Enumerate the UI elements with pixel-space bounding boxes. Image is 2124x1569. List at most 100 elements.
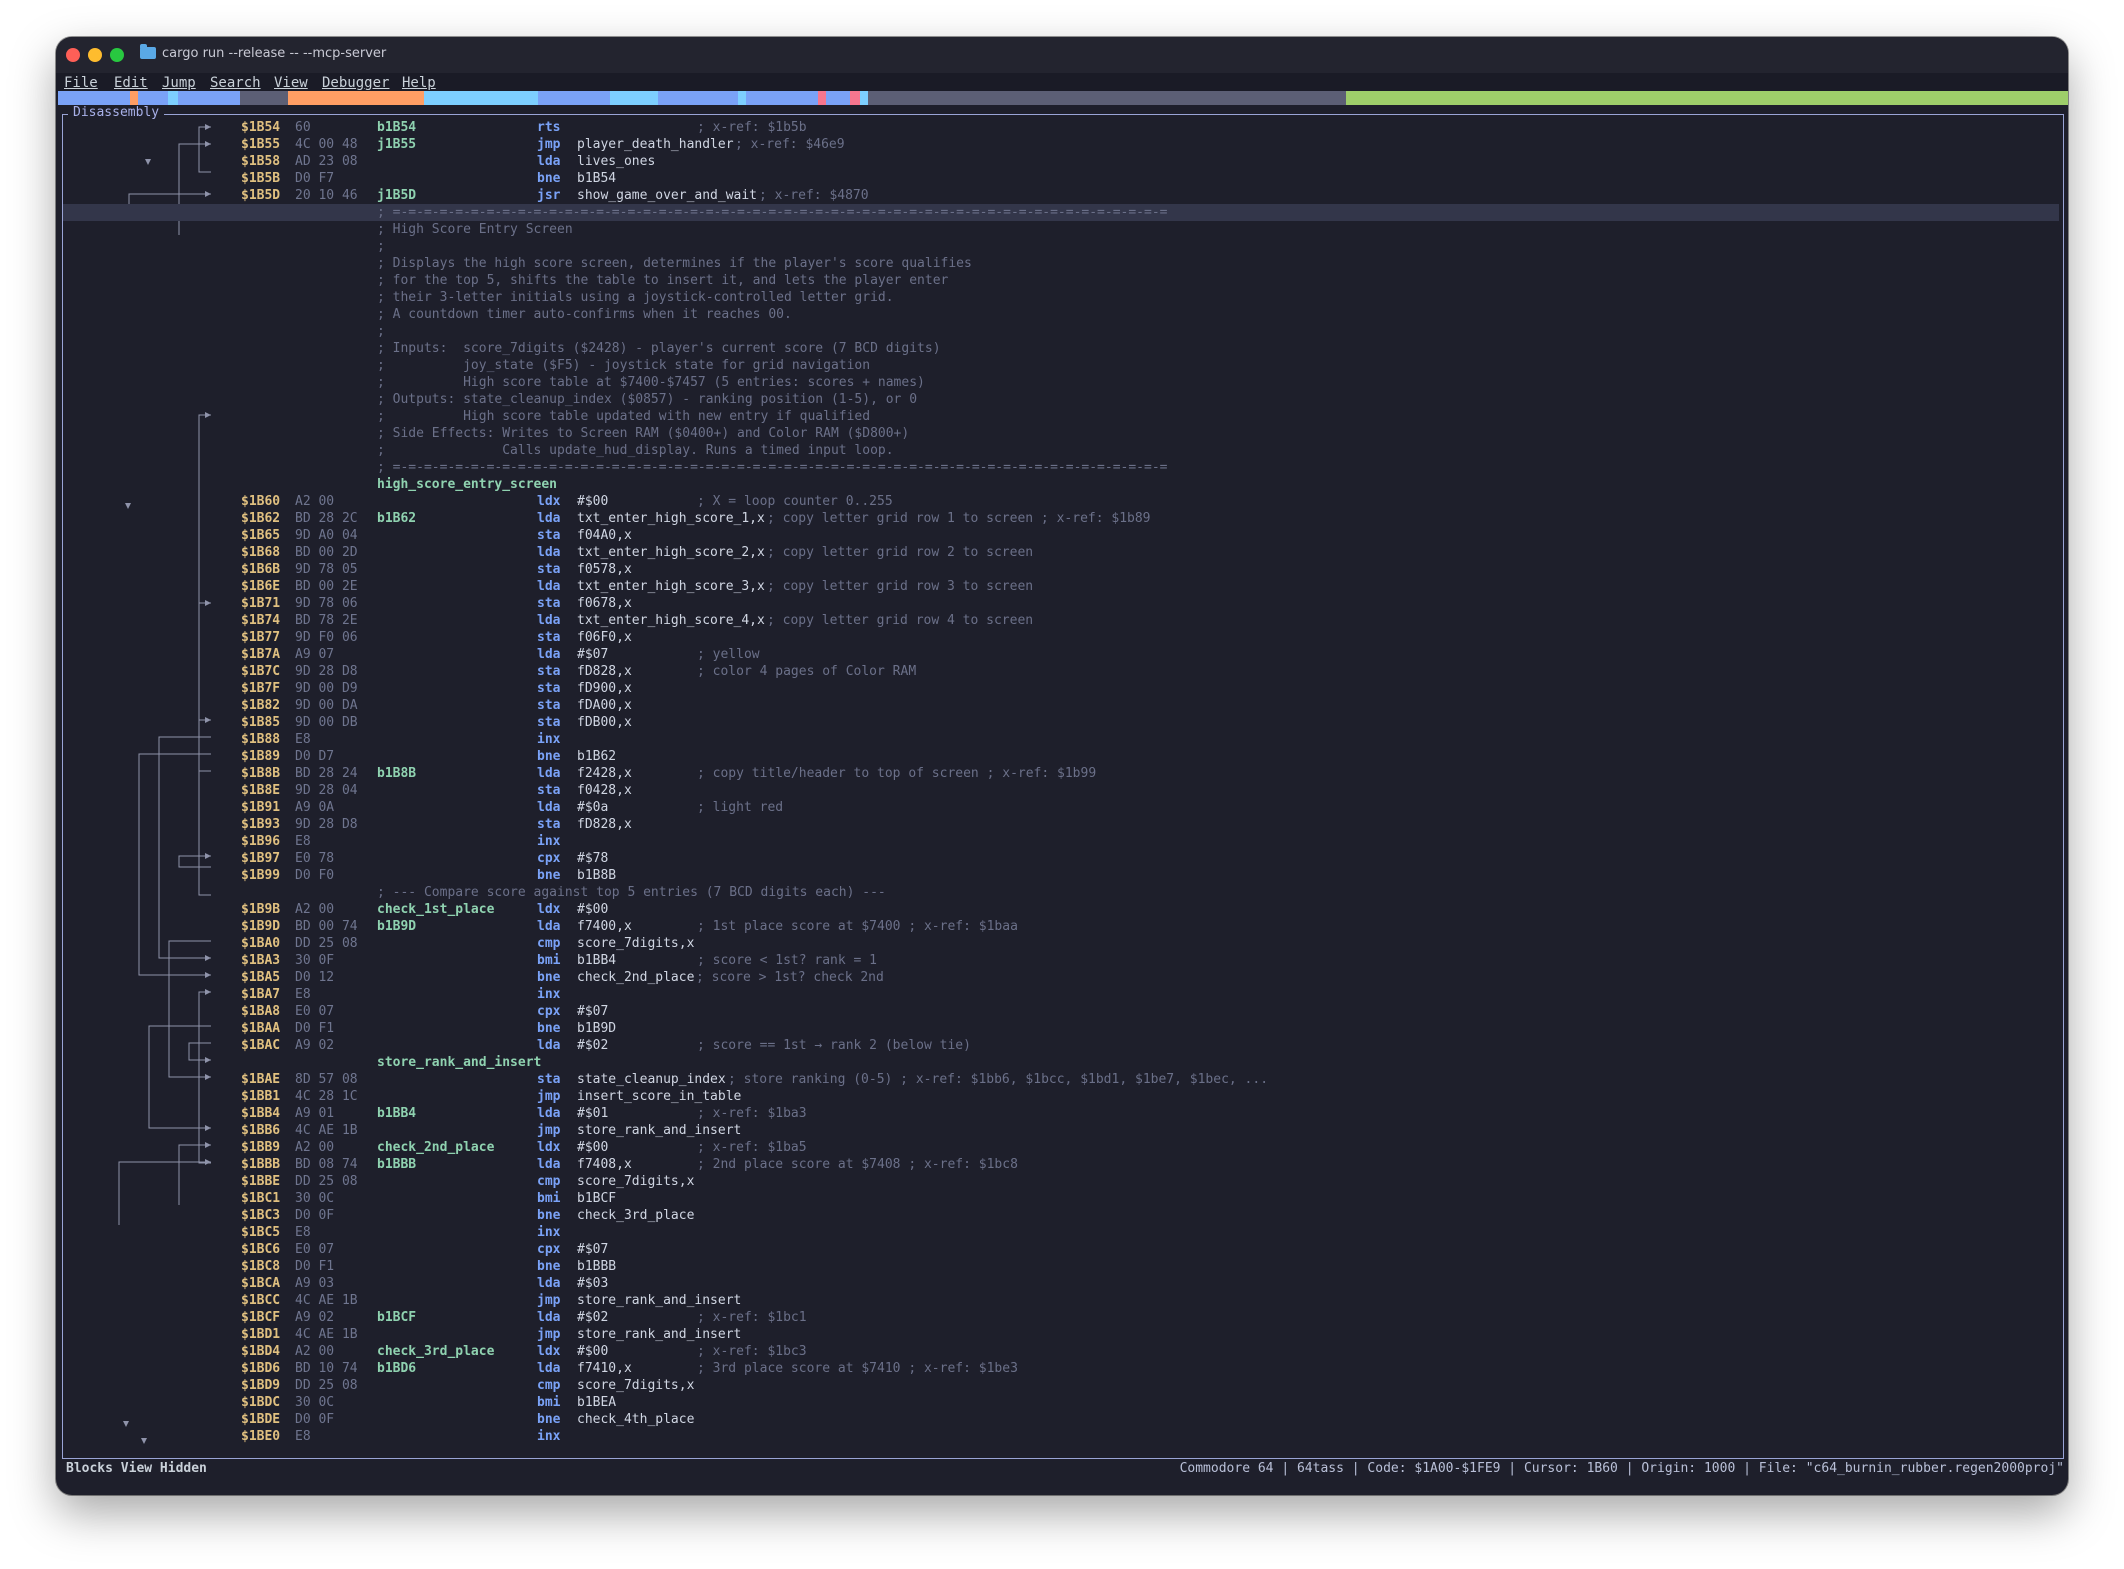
- operand: check_2nd_place: [577, 970, 695, 985]
- instruction-line[interactable]: $1BB4 A9 01 b1BB4 lda #$01 ; x-ref: $1ba3: [63, 1105, 2059, 1122]
- instruction-line[interactable]: $1B91 A9 0A lda #$0a ; light red: [63, 799, 2059, 816]
- menu-view[interactable]: View: [274, 75, 308, 91]
- instruction-line[interactable]: $1BC6 E0 07 cpx #$07: [63, 1241, 2059, 1258]
- instruction-line[interactable]: $1BB1 4C 28 1C jmp insert_score_in_table: [63, 1088, 2059, 1105]
- status-left[interactable]: Blocks View Hidden: [66, 1461, 207, 1476]
- comment-line[interactable]: ; Calls update_hud_display. Runs a timed…: [63, 442, 2059, 459]
- menu-search[interactable]: Search: [210, 75, 261, 91]
- instruction-line[interactable]: $1B68 BD 00 2D lda txt_enter_high_score_2,x…: [63, 544, 2059, 561]
- label-line[interactable]: store_rank_and_insert: [63, 1054, 2059, 1071]
- menu-edit[interactable]: Edit: [114, 75, 148, 91]
- instruction-line[interactable]: $1BC5 E8 inx: [63, 1224, 2059, 1241]
- instruction-line[interactable]: $1BA3 30 0F bmi b1BB4 ; score < 1st? rank = …: [63, 952, 2059, 969]
- comment-line[interactable]: ; Inputs: score_7digits ($2428) - player…: [63, 340, 2059, 357]
- operand: player_death_handler: [577, 137, 734, 152]
- comment-line[interactable]: ; their 3-letter initials using a joysti…: [63, 289, 2059, 306]
- instruction-line[interactable]: $1B82 9D 00 DA sta fDA00,x: [63, 697, 2059, 714]
- instruction-line[interactable]: $1BC8 D0 F1 bne b1BBB: [63, 1258, 2059, 1275]
- instruction-line[interactable]: $1B62 BD 28 2C b1B62 lda txt_enter_high_scor…: [63, 510, 2059, 527]
- bytes: BD 10 74: [295, 1361, 358, 1376]
- instruction-line[interactable]: $1BB9 A2 00 check_2nd_place ldx #$00 ; x-ref:…: [63, 1139, 2059, 1156]
- instruction-line[interactable]: $1B7C 9D 28 D8 sta fD828,x ; color 4 pages o…: [63, 663, 2059, 680]
- instruction-line[interactable]: $1B5B D0 F7 bne b1B54: [63, 170, 2059, 187]
- comment-line[interactable]: ;: [63, 238, 2059, 255]
- instruction-line[interactable]: $1BCF A9 02 b1BCF lda #$02 ; x-ref: $1bc1: [63, 1309, 2059, 1326]
- instruction-line[interactable]: $1BAA D0 F1 bne b1B9D: [63, 1020, 2059, 1037]
- instruction-line[interactable]: $1BD9 DD 25 08 cmp score_7digits,x: [63, 1377, 2059, 1394]
- instruction-line[interactable]: $1B9B A2 00 check_1st_place ldx #$00: [63, 901, 2059, 918]
- instruction-line[interactable]: $1B93 9D 28 D8 sta fD828,x: [63, 816, 2059, 833]
- instruction-line[interactable]: $1BDC 30 0C bmi b1BEA: [63, 1394, 2059, 1411]
- menu-jump[interactable]: Jump: [162, 75, 196, 91]
- menu-debugger[interactable]: Debugger: [322, 75, 389, 91]
- instruction-line[interactable]: $1BBE DD 25 08 cmp score_7digits,x: [63, 1173, 2059, 1190]
- instruction-line[interactable]: $1B8B BD 28 24 b1B8B lda f2428,x ; copy title…: [63, 765, 2059, 782]
- instruction-line[interactable]: $1BCA A9 03 lda #$03: [63, 1275, 2059, 1292]
- comment-line[interactable]: ; High Score Entry Screen: [63, 221, 2059, 238]
- close-button[interactable]: [66, 48, 80, 62]
- instruction-line[interactable]: $1B85 9D 00 DB sta fDB00,x: [63, 714, 2059, 731]
- maximize-button[interactable]: [110, 48, 124, 62]
- instruction-line[interactable]: $1BCC 4C AE 1B jmp store_rank_and_insert: [63, 1292, 2059, 1309]
- instruction-line[interactable]: $1B58 AD 23 08 lda lives_ones: [63, 153, 2059, 170]
- instruction-line[interactable]: $1B71 9D 78 06 sta f0678,x: [63, 595, 2059, 612]
- instruction-line[interactable]: $1B5D 20 10 46 j1B5D jsr show_game_over_and_…: [63, 187, 2059, 204]
- comment-line[interactable]: ; Outputs: state_cleanup_index ($0857) -…: [63, 391, 2059, 408]
- memory-map-bar[interactable]: [58, 91, 2068, 105]
- mnemonic: lda: [537, 1276, 561, 1291]
- comment-line[interactable]: ; Side Effects: Writes to Screen RAM ($0…: [63, 425, 2059, 442]
- instruction-line[interactable]: $1BBB BD 08 74 b1BBB lda f7408,x ; 2nd place …: [63, 1156, 2059, 1173]
- instruction-line[interactable]: $1B88 E8 inx: [63, 731, 2059, 748]
- instruction-line[interactable]: $1BB6 4C AE 1B jmp store_rank_and_insert: [63, 1122, 2059, 1139]
- instruction-line[interactable]: $1BAE 8D 57 08 sta state_cleanup_index; sto…: [63, 1071, 2059, 1088]
- menu-help[interactable]: Help: [402, 75, 436, 91]
- minimize-button[interactable]: [88, 48, 102, 62]
- instruction-line[interactable]: $1BA5 D0 12 bne check_2nd_place; score > 1s…: [63, 969, 2059, 986]
- instruction-line[interactable]: $1BA8 E0 07 cpx #$07: [63, 1003, 2059, 1020]
- instruction-line[interactable]: $1B77 9D F0 06 sta f06F0,x: [63, 629, 2059, 646]
- map-segment: [240, 91, 288, 105]
- instruction-line[interactable]: $1BA0 DD 25 08 cmp score_7digits,x: [63, 935, 2059, 952]
- disassembly-panel[interactable]: $1B54 60 b1B54 rts ; x-ref: $1b5b $1B55 4C 00 …: [62, 114, 2064, 1459]
- instruction-line[interactable]: $1B55 4C 00 48 j1B55 jmp player_death_handle…: [63, 136, 2059, 153]
- instruction-line[interactable]: $1B89 D0 D7 bne b1B62: [63, 748, 2059, 765]
- instruction-line[interactable]: $1BDE D0 0F bne check_4th_place: [63, 1411, 2059, 1428]
- instruction-line[interactable]: $1BC1 30 0C bmi b1BCF: [63, 1190, 2059, 1207]
- comment-line[interactable]: ;: [63, 323, 2059, 340]
- label-line[interactable]: high_score_entry_screen: [63, 476, 2059, 493]
- operand: #$00: [577, 494, 609, 509]
- comment-line[interactable]: ; for the top 5, shifts the table to ins…: [63, 272, 2059, 289]
- instruction-line[interactable]: $1B8E 9D 28 04 sta f0428,x: [63, 782, 2059, 799]
- instruction-line[interactable]: $1B7A A9 07 lda #$07 ; yellow: [63, 646, 2059, 663]
- comment: ; copy title/header to top of screen ; x…: [697, 766, 1097, 781]
- comment-line[interactable]: ; High score table at $7400-$7457 (5 ent…: [63, 374, 2059, 391]
- instruction-line[interactable]: $1BAC A9 02 lda #$02 ; score == 1st → rank 2…: [63, 1037, 2059, 1054]
- instruction-line[interactable]: $1B65 9D A0 04 sta f04A0,x: [63, 527, 2059, 544]
- instruction-line[interactable]: $1B54 60 b1B54 rts ; x-ref: $1b5b: [63, 119, 2059, 136]
- instruction-line[interactable]: $1B60 A2 00 ldx #$00 ; X = loop counter 0..2…: [63, 493, 2059, 510]
- comment-line[interactable]: ; --- Compare score against top 5 entrie…: [63, 884, 2059, 901]
- instruction-line[interactable]: $1BC3 D0 0F bne check_3rd_place: [63, 1207, 2059, 1224]
- comment-line[interactable]: ; =-=-=-=-=-=-=-=-=-=-=-=-=-=-=-=-=-=-=-…: [63, 459, 2059, 476]
- comment-line[interactable]: ; joy_state ($F5) - joystick state for g…: [63, 357, 2059, 374]
- instruction-line[interactable]: $1BD4 A2 00 check_3rd_place ldx #$00 ; x-ref:…: [63, 1343, 2059, 1360]
- instruction-line[interactable]: $1B6E BD 00 2E lda txt_enter_high_score_3,x…: [63, 578, 2059, 595]
- comment-line[interactable]: ; =-=-=-=-=-=-=-=-=-=-=-=-=-=-=-=-=-=-=-…: [63, 204, 2059, 221]
- instruction-line[interactable]: $1BD1 4C AE 1B jmp store_rank_and_insert: [63, 1326, 2059, 1343]
- bytes: BD 28 24: [295, 766, 358, 781]
- instruction-line[interactable]: $1B7F 9D 00 D9 sta fD900,x: [63, 680, 2059, 697]
- instruction-line[interactable]: $1B99 D0 F0 bne b1B8B: [63, 867, 2059, 884]
- menu-file[interactable]: File: [64, 75, 98, 91]
- bytes: 4C AE 1B: [295, 1123, 358, 1138]
- comment-line[interactable]: ; Displays the high score screen, determ…: [63, 255, 2059, 272]
- instruction-line[interactable]: $1BD6 BD 10 74 b1BD6 lda f7410,x ; 3rd place …: [63, 1360, 2059, 1377]
- instruction-line[interactable]: $1B96 E8 inx: [63, 833, 2059, 850]
- comment-line[interactable]: ; A countdown timer auto-confirms when i…: [63, 306, 2059, 323]
- instruction-line[interactable]: $1B6B 9D 78 05 sta f0578,x: [63, 561, 2059, 578]
- instruction-line[interactable]: $1BE0 E8 inx: [63, 1428, 2059, 1445]
- instruction-line[interactable]: $1B74 BD 78 2E lda txt_enter_high_score_4,x…: [63, 612, 2059, 629]
- instruction-line[interactable]: $1B97 E0 78 cpx #$78: [63, 850, 2059, 867]
- comment-line[interactable]: ; High score table updated with new entr…: [63, 408, 2059, 425]
- instruction-line[interactable]: $1BA7 E8 inx: [63, 986, 2059, 1003]
- instruction-line[interactable]: $1B9D BD 00 74 b1B9D lda f7400,x ; 1st place …: [63, 918, 2059, 935]
